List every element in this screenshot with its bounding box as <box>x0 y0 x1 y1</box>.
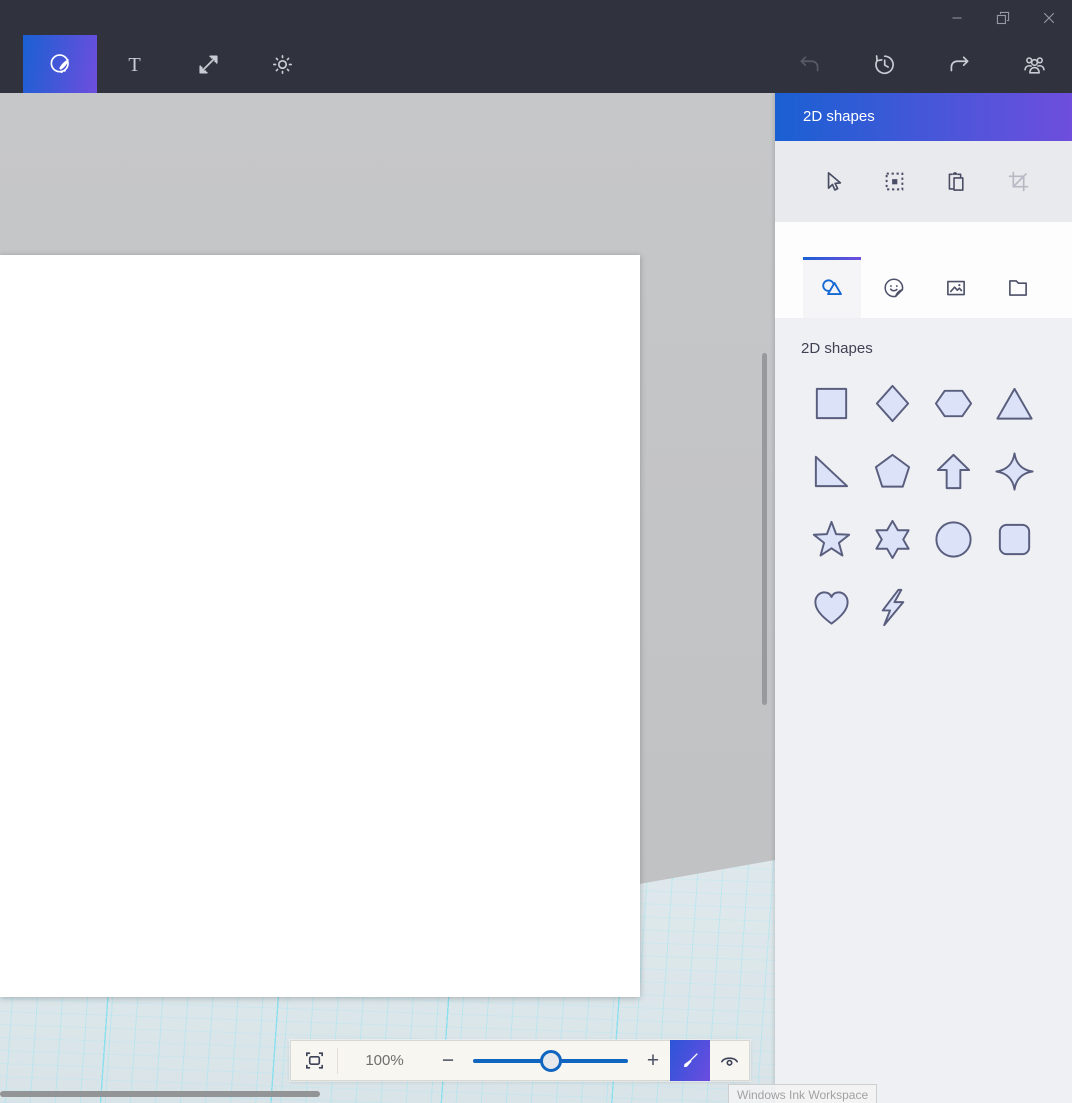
paste-button[interactable] <box>927 141 985 222</box>
right-triangle-shape-icon <box>810 450 853 493</box>
select-region-button[interactable] <box>865 141 923 222</box>
redo-button[interactable] <box>922 35 997 93</box>
tool-brushes[interactable] <box>23 35 97 93</box>
fit-screen-icon <box>303 1049 326 1072</box>
hexagon-shape-icon <box>932 382 975 425</box>
four-point-star-shape-icon <box>993 450 1036 493</box>
view-eye-button[interactable] <box>710 1041 749 1080</box>
window-controls <box>934 0 1072 35</box>
rounded-square-shape-icon <box>993 518 1036 561</box>
close-button[interactable] <box>1026 0 1072 35</box>
expand-icon <box>195 51 222 78</box>
shape-four-point-star[interactable] <box>984 437 1045 505</box>
toolbar-actions <box>772 35 1072 93</box>
shapes-panel: 2D shapes 2D shapes <box>775 93 1072 1103</box>
shape-six-point-star[interactable] <box>862 505 923 573</box>
tool-tabs: T <box>23 35 319 93</box>
shape-right-triangle[interactable] <box>801 437 862 505</box>
ink-brush-button[interactable] <box>670 1040 710 1081</box>
text-icon: T <box>121 51 148 78</box>
diamond-shape-icon <box>871 382 914 425</box>
cursor-icon <box>819 168 846 195</box>
shapes-grid <box>801 369 1072 641</box>
eye-icon <box>718 1049 741 1072</box>
close-icon <box>1039 8 1059 28</box>
brush-icon <box>47 51 74 78</box>
shape-arrow-up[interactable] <box>923 437 984 505</box>
tab-shapes[interactable] <box>803 257 861 318</box>
sun-icon <box>269 51 296 78</box>
pentagon-shape-icon <box>871 450 914 493</box>
square-shape-icon <box>810 382 853 425</box>
ink-brush-icon <box>680 1050 701 1071</box>
panel-body: 2D shapes <box>775 318 1072 1103</box>
shape-rounded-square[interactable] <box>984 505 1045 573</box>
tab-custom-stickers[interactable] <box>989 257 1047 318</box>
shape-square[interactable] <box>801 369 862 437</box>
zoom-slider[interactable] <box>469 1041 632 1080</box>
tool-text[interactable]: T <box>97 35 171 93</box>
titlebar <box>0 0 1072 35</box>
sticker-tab-icon <box>881 275 907 301</box>
tab-images[interactable] <box>927 257 985 318</box>
lightning-shape-icon <box>871 586 914 629</box>
zoom-in-button[interactable]: + <box>636 1041 670 1080</box>
tab-stickers[interactable] <box>865 257 923 318</box>
main-area: 100% − + 2D shapes 2D shapes Windows Ink… <box>0 93 1072 1103</box>
restore-icon <box>993 8 1013 28</box>
shape-hexagon[interactable] <box>923 369 984 437</box>
app-header: T <box>0 0 1072 93</box>
history-icon <box>871 51 898 78</box>
undo-icon <box>796 51 823 78</box>
triangle-shape-icon <box>993 382 1036 425</box>
windows-ink-tooltip: Windows Ink Workspace <box>728 1084 877 1103</box>
redo-icon <box>946 51 973 78</box>
heart-shape-icon <box>810 586 853 629</box>
arrow-up-shape-icon <box>932 450 975 493</box>
zoom-slider-thumb[interactable] <box>540 1050 562 1072</box>
panel-tab-strip <box>775 222 1072 318</box>
restore-button[interactable] <box>980 0 1026 35</box>
marquee-icon <box>881 168 908 195</box>
panel-title: 2D shapes <box>775 93 1072 141</box>
section-label: 2D shapes <box>801 340 1072 357</box>
folder-tab-icon <box>1005 275 1031 301</box>
people-icon <box>1021 51 1048 78</box>
shape-lightning[interactable] <box>862 573 923 641</box>
paint3d-window: T 100% − + 2D shapes <box>0 0 1072 1103</box>
svg-text:T: T <box>128 53 141 75</box>
paste-icon <box>943 168 970 195</box>
undo-button[interactable] <box>772 35 847 93</box>
shape-five-point-star[interactable] <box>801 505 862 573</box>
shape-triangle[interactable] <box>984 369 1045 437</box>
six-point-star-shape-icon <box>871 518 914 561</box>
drawing-canvas[interactable] <box>0 255 640 997</box>
zoom-level-value: 100% <box>338 1052 431 1069</box>
shapes-tab-icon <box>819 275 845 301</box>
zoom-out-button[interactable]: − <box>431 1041 465 1080</box>
zoom-toolbar: 100% − + <box>290 1040 750 1081</box>
crop-button[interactable] <box>989 141 1047 222</box>
minimize-icon <box>947 8 967 28</box>
select-button[interactable] <box>803 141 861 222</box>
panel-tools <box>775 141 1072 222</box>
tool-canvas[interactable] <box>171 35 245 93</box>
history-button[interactable] <box>847 35 922 93</box>
people-button[interactable] <box>997 35 1072 93</box>
shape-diamond[interactable] <box>862 369 923 437</box>
fit-to-screen-button[interactable] <box>291 1041 337 1080</box>
shape-pentagon[interactable] <box>862 437 923 505</box>
shape-circle[interactable] <box>923 505 984 573</box>
circle-shape-icon <box>932 518 975 561</box>
shape-heart[interactable] <box>801 573 862 641</box>
five-point-star-shape-icon <box>810 518 853 561</box>
vertical-scrollbar[interactable] <box>762 353 767 705</box>
horizontal-scrollbar[interactable] <box>0 1091 320 1097</box>
crop-icon <box>1005 168 1032 195</box>
tool-effects[interactable] <box>245 35 319 93</box>
image-tab-icon <box>943 275 969 301</box>
workspace: 100% − + <box>0 93 775 1103</box>
minimize-button[interactable] <box>934 0 980 35</box>
